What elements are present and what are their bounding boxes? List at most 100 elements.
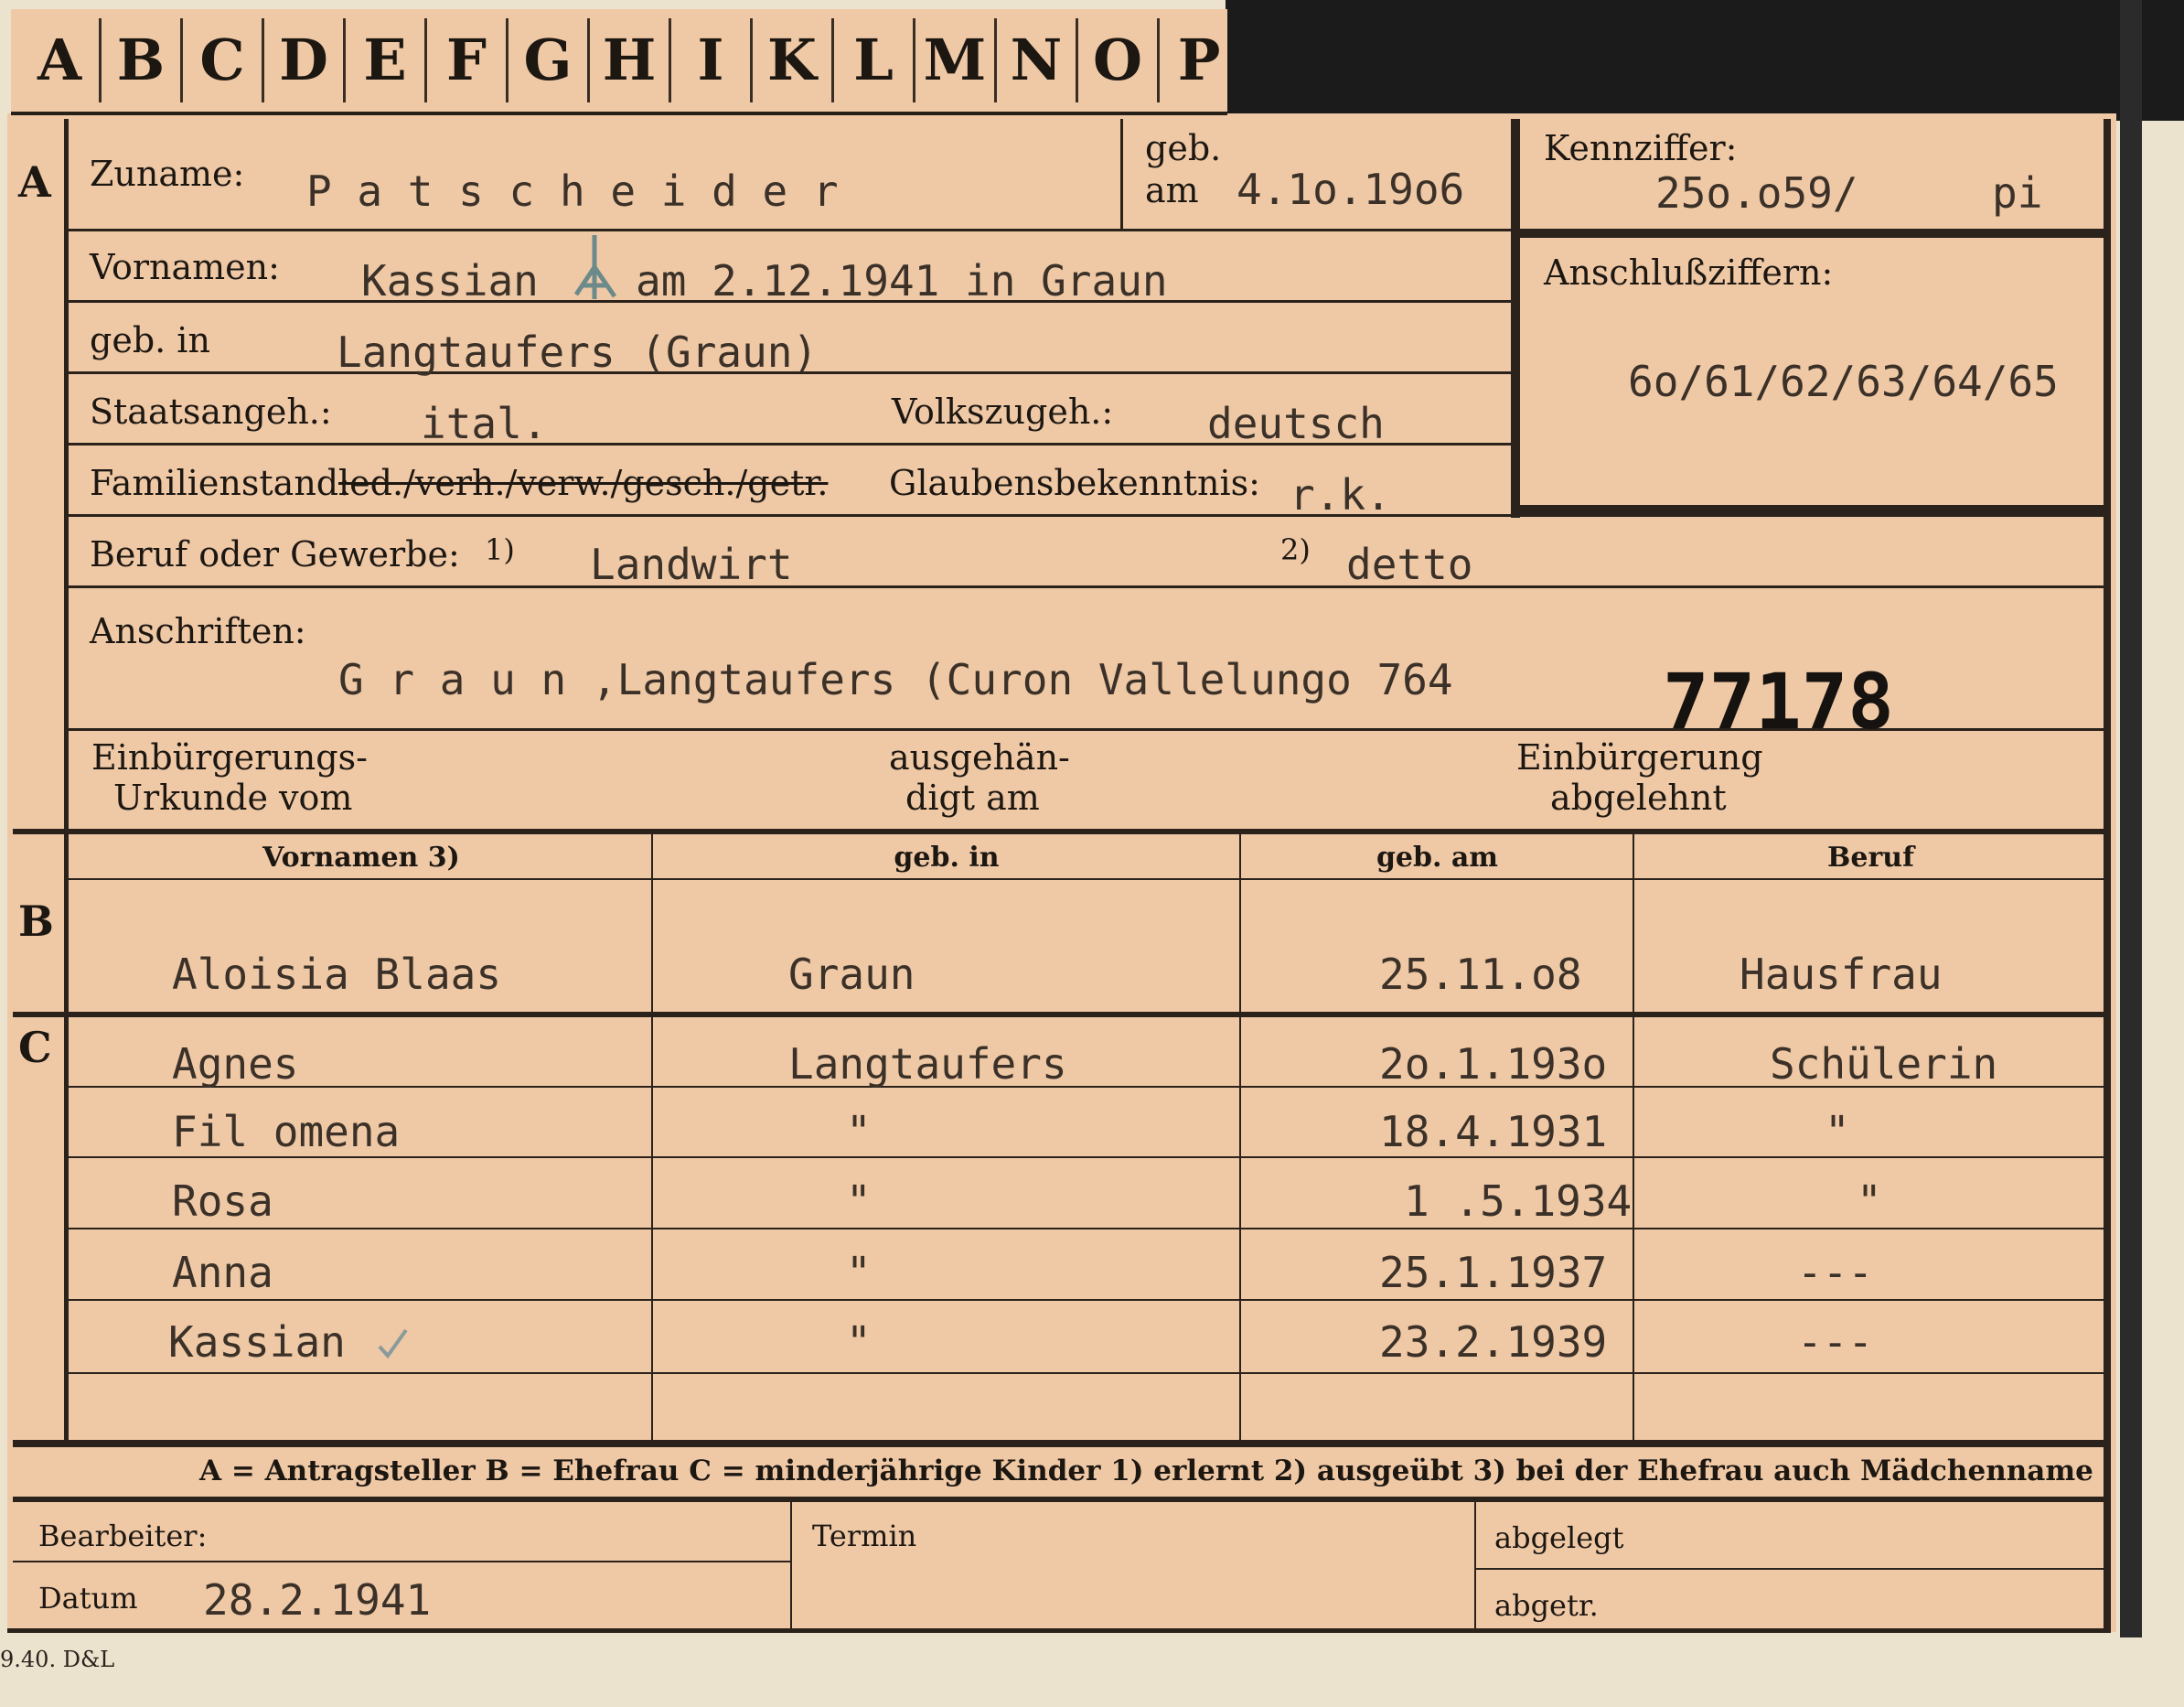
tab-letter[interactable]: D xyxy=(264,18,346,102)
ref-box-border xyxy=(1520,505,2108,516)
tab-letter[interactable]: F xyxy=(427,18,509,102)
firstname-label: Vornamen: xyxy=(90,247,280,287)
rejected-label: Einbürgerung xyxy=(1516,737,1763,778)
handed-label: ausgehän- xyxy=(889,737,1070,778)
footer-col-line xyxy=(790,1502,792,1630)
table-header-line xyxy=(69,878,2108,880)
ethnicity-value: deutsch xyxy=(1207,399,1385,448)
section-c-letter: C xyxy=(18,1023,52,1072)
term-label: Termin xyxy=(812,1519,917,1553)
filed-label: abgelegt xyxy=(1494,1520,1624,1555)
religion-value: r.k. xyxy=(1290,470,1391,520)
table-row-line xyxy=(69,1228,2108,1229)
date-value: 28.2.1941 xyxy=(203,1575,432,1625)
section-b-divider xyxy=(13,829,2111,834)
section-a-letter: A xyxy=(18,157,51,207)
section-divider xyxy=(64,119,69,1441)
tab-letter[interactable]: G xyxy=(509,18,590,102)
marital-options: led./verh./verw./gesch./getr. xyxy=(338,463,829,503)
table-col-line xyxy=(1239,834,1241,1442)
column-header-birthdate: geb. am xyxy=(1376,842,1499,874)
naturalization-label-2: Urkunde vom xyxy=(113,778,353,818)
profession-label: Beruf oder Gewerbe: xyxy=(90,534,460,574)
print-mark: 9.40. D&L xyxy=(0,1647,115,1672)
card-bottom-line xyxy=(7,1628,2111,1633)
table-row-line xyxy=(69,1299,2108,1301)
reference-suffix: pi xyxy=(1992,168,2043,218)
child-profession: " xyxy=(1857,1176,1882,1226)
tab-letter[interactable]: P xyxy=(1160,18,1238,102)
footer-col-line xyxy=(1474,1502,1476,1630)
born-date: 4.1o.19o6 xyxy=(1237,165,1465,214)
child-birthplace: Langtaufers xyxy=(788,1039,1067,1089)
footer-line xyxy=(1474,1568,2111,1570)
section-b-letter: B xyxy=(18,896,54,946)
removed-label: abgetr. xyxy=(1494,1588,1599,1623)
card-right-border xyxy=(2104,119,2111,1633)
tab-letter[interactable]: O xyxy=(1078,18,1160,102)
tab-letter[interactable]: C xyxy=(183,18,264,102)
birthplace-value: Langtaufers (Graun) xyxy=(337,327,819,377)
clerk-label: Bearbeiter: xyxy=(38,1519,208,1553)
tab-letter[interactable]: B xyxy=(102,18,183,102)
handed-label-2: digt am xyxy=(905,778,1040,818)
child-profession: Schülerin xyxy=(1770,1039,1998,1089)
spouse-birthdate: 25.11.o8 xyxy=(1379,950,1582,999)
child-birthplace: " xyxy=(846,1317,872,1367)
column-header-firstnames: Vornamen 3) xyxy=(262,842,460,874)
tab-letter[interactable]: M xyxy=(915,18,997,102)
tab-letter[interactable]: I xyxy=(671,18,753,102)
table-col-line xyxy=(651,834,653,1442)
rejected-label-2: abgelehnt xyxy=(1550,778,1727,818)
row-divider xyxy=(69,585,2108,588)
legend-bottom-line xyxy=(13,1497,2111,1502)
address-label: Anschriften: xyxy=(90,611,306,651)
date-label: Datum xyxy=(38,1581,138,1616)
citizenship-label: Staatsangeh.: xyxy=(90,392,332,432)
born-label: geb. xyxy=(1145,128,1222,168)
tab-letter[interactable]: H xyxy=(590,18,671,102)
attached-numbers-value: 6o/61/62/63/64/65 xyxy=(1628,357,2059,406)
dark-edge xyxy=(2120,0,2142,1637)
table-col-line xyxy=(1633,834,1634,1442)
child-profession: --- xyxy=(1797,1248,1874,1297)
citizenship-value: ital. xyxy=(421,399,548,448)
profession-practiced: detto xyxy=(1346,540,1473,589)
profession-learned: Landwirt xyxy=(590,540,793,589)
col-divider xyxy=(1120,119,1123,231)
legend-top-line xyxy=(13,1440,2111,1447)
child-birthplace: " xyxy=(846,1248,872,1297)
legend-text: A = Antragsteller B = Ehefrau C = minder… xyxy=(199,1455,2093,1487)
tab-letter[interactable]: N xyxy=(997,18,1078,102)
tab-letter[interactable]: A xyxy=(20,18,102,102)
child-birthplace: " xyxy=(846,1176,872,1226)
child-birthplace: " xyxy=(846,1107,872,1156)
child-name: Rosa xyxy=(172,1176,273,1226)
child-name: Agnes xyxy=(172,1039,299,1089)
column-header-profession: Beruf xyxy=(1827,842,1914,874)
religion-label: Glaubensbekenntnis: xyxy=(889,463,1260,503)
tab-letter[interactable]: E xyxy=(346,18,427,102)
tab-letter[interactable]: L xyxy=(834,18,915,102)
child-profession: " xyxy=(1825,1107,1850,1156)
firstname-value: Kassian xyxy=(361,256,539,306)
spouse-birthplace: Graun xyxy=(788,950,915,999)
child-birthdate: 2o.1.193o xyxy=(1379,1039,1608,1089)
table-row-line xyxy=(69,1156,2108,1158)
section-c-divider xyxy=(13,1012,2111,1017)
child-birthdate: 18.4.1931 xyxy=(1379,1107,1608,1156)
firstname-note: am 2.12.1941 in Graun xyxy=(636,256,1168,306)
profession-practiced-mark: 2) xyxy=(1280,532,1311,567)
footer-line xyxy=(13,1561,790,1562)
ethnicity-label: Volkszugeh.: xyxy=(892,392,1114,432)
profession-learned-mark: 1) xyxy=(485,532,515,567)
spouse-name: Aloisia Blaas xyxy=(172,950,502,999)
checkmark-icon xyxy=(377,1325,410,1361)
reference-label: Kennziffer: xyxy=(1544,128,1738,168)
tab-letter[interactable]: K xyxy=(753,18,834,102)
child-name: Kassian xyxy=(168,1317,346,1367)
spouse-profession: Hausfrau xyxy=(1740,950,1943,999)
ref-box-border xyxy=(1520,229,2108,238)
dark-background xyxy=(1226,0,2184,121)
reference-value: 25o.o59/ xyxy=(1655,168,1858,218)
